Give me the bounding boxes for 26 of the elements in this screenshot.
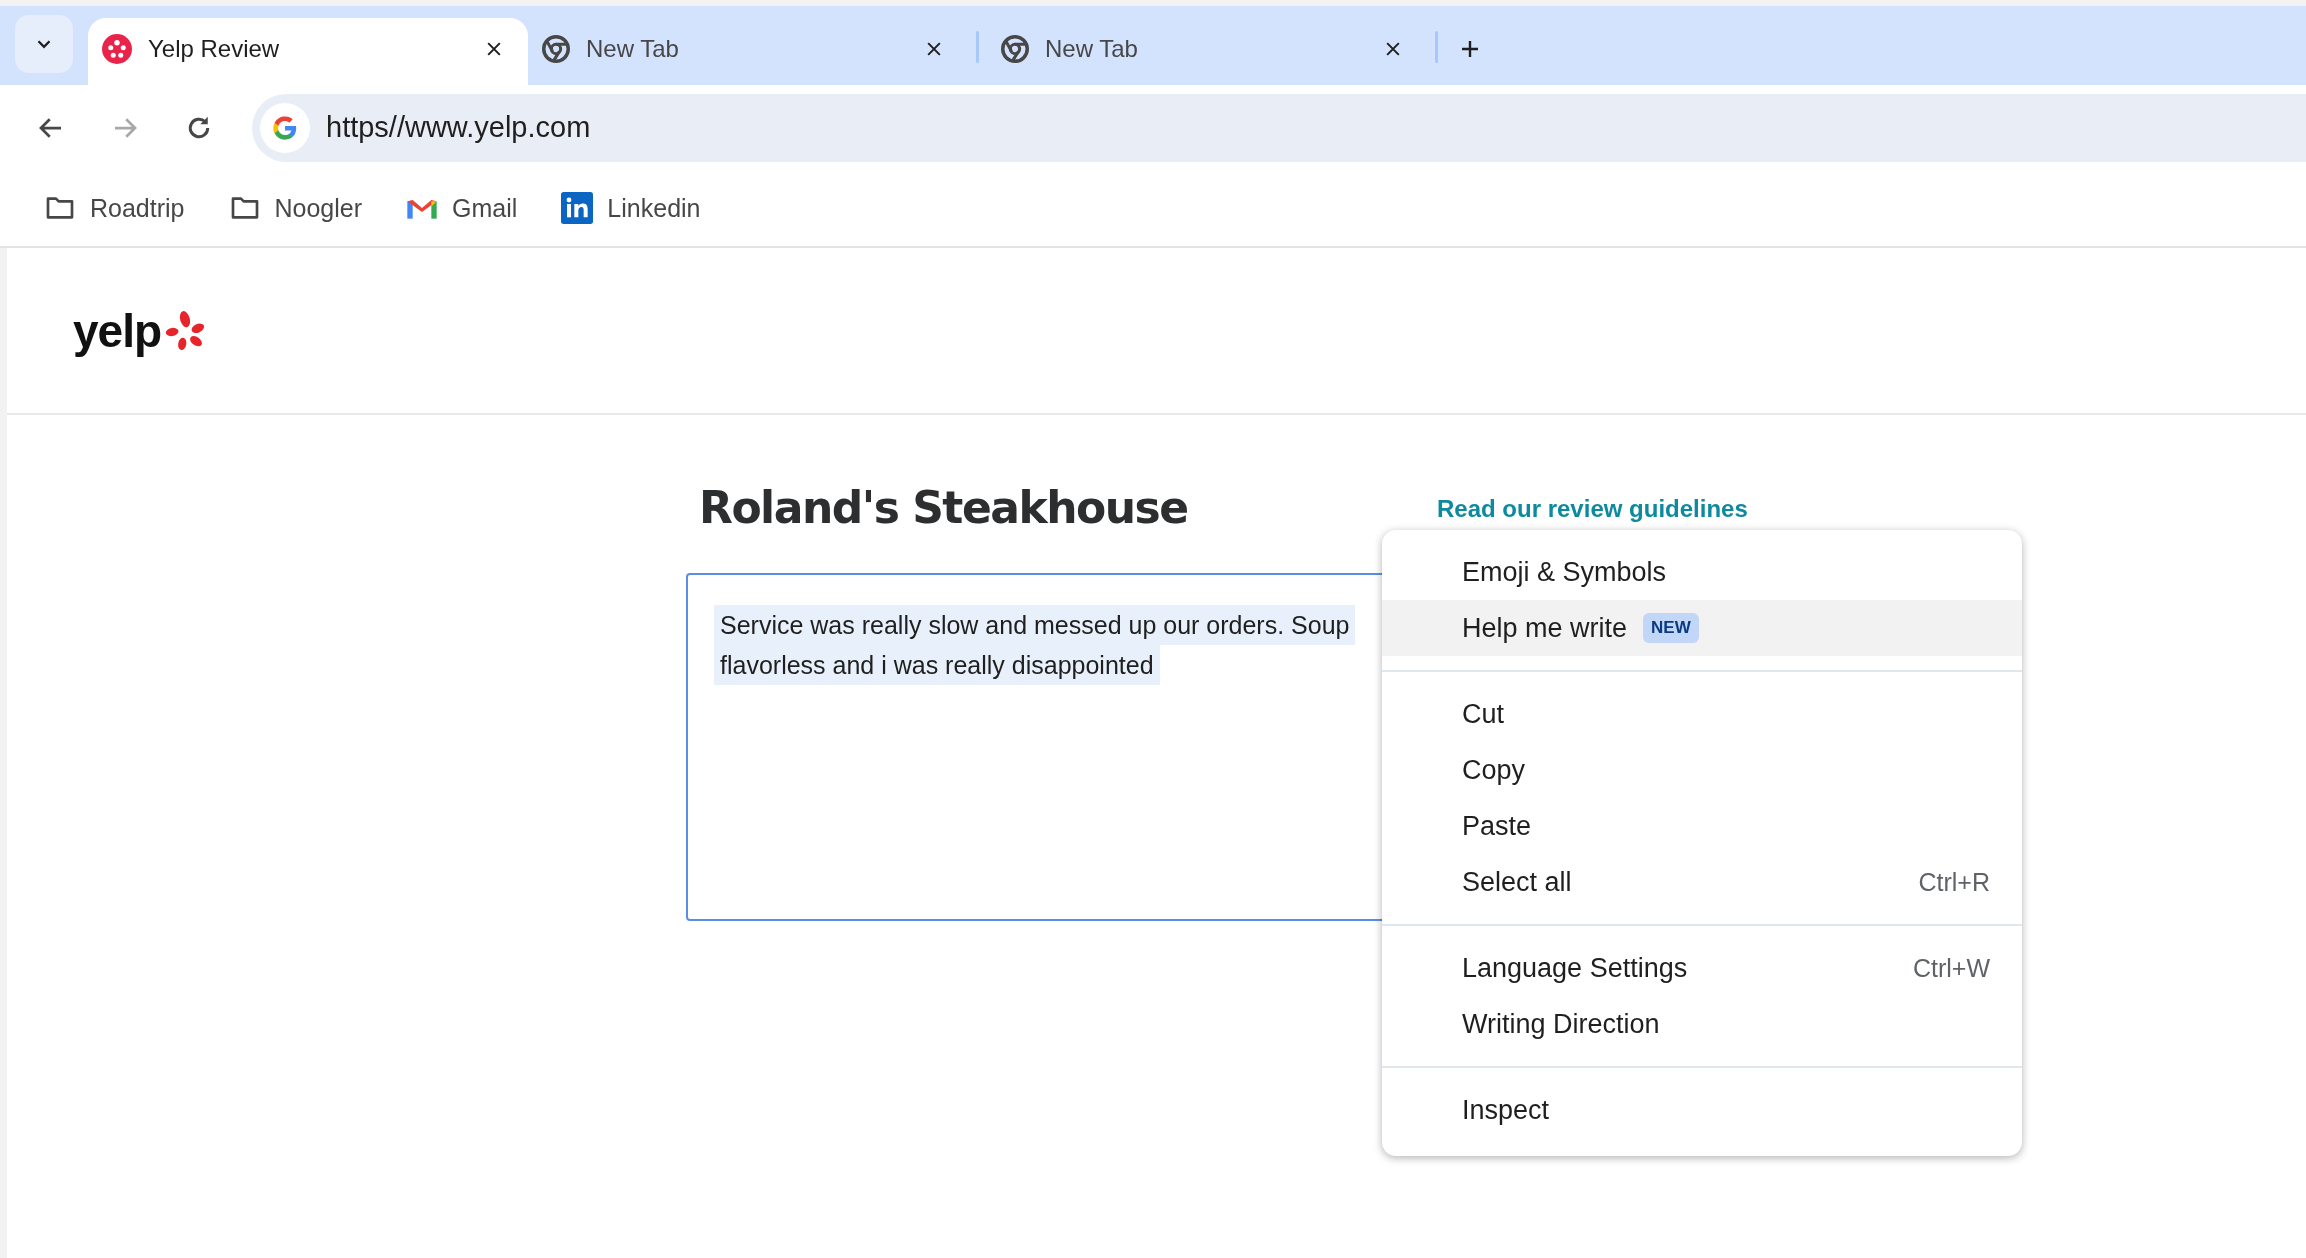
tab-title: Yelp Review (148, 34, 281, 63)
menu-item[interactable]: Help me write NEW (1382, 600, 2022, 656)
address-bar[interactable]: https//www.yelp.com (252, 93, 2306, 162)
shortcut-text: Ctrl+R (1918, 867, 1990, 897)
browser-tab[interactable]: New Tab (987, 18, 1427, 85)
bookmark-item[interactable]: Linkedin (561, 192, 701, 224)
business-name: Roland's Steakhouse (699, 481, 1189, 533)
url-text: https//www.yelp.com (326, 111, 591, 144)
tab-title: New Tab (1045, 34, 1139, 63)
menu-item[interactable]: Inspect (1382, 1082, 2022, 1138)
chrome-icon (1001, 34, 1029, 63)
linkedin-icon (561, 192, 594, 224)
yelp-favicon-icon (102, 33, 132, 64)
shortcut-text: Ctrl+W (1912, 953, 1990, 983)
browser-tab[interactable]: Yelp Review (88, 18, 528, 85)
menu-item[interactable]: Language Settings Ctrl+W (1382, 940, 2022, 996)
google-icon (271, 113, 299, 142)
guidelines-link[interactable]: Read our review guidelines (1437, 495, 1748, 523)
bookmark-item[interactable]: Roadtrip (44, 192, 185, 224)
new-badge: NEW (1643, 613, 1699, 643)
tab-title: New Tab (586, 34, 680, 63)
menu-item[interactable]: Writing Direction (1382, 996, 2022, 1052)
bookmark-item[interactable]: Gmail (406, 193, 518, 223)
chrome-icon (542, 34, 570, 63)
browser-tab[interactable]: New Tab (528, 18, 968, 85)
bookmark-item[interactable]: Noogler (228, 192, 363, 224)
